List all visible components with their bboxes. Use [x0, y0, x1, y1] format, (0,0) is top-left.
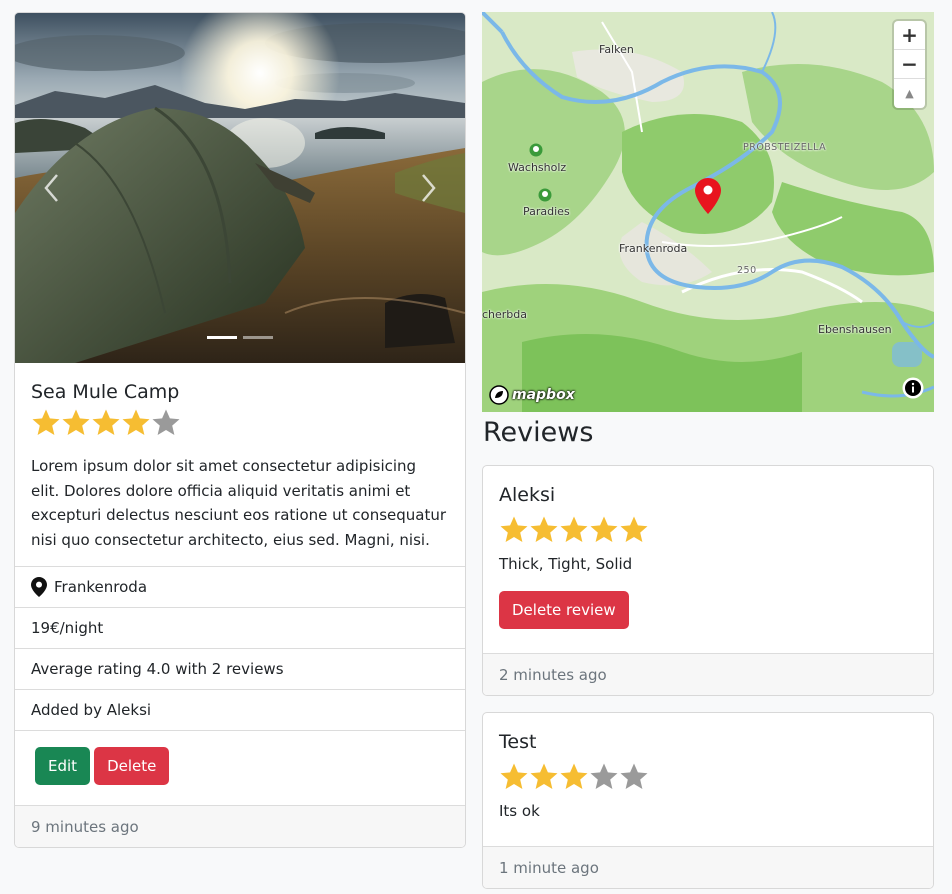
- zoom-out-button[interactable]: −: [894, 50, 925, 79]
- carousel-indicator[interactable]: [207, 336, 237, 339]
- info-icon: [902, 377, 924, 399]
- star-filled-icon: [500, 763, 528, 789]
- review-text: Thick, Tight, Solid: [499, 555, 633, 573]
- map-zoom-control: + − ▲: [894, 21, 925, 108]
- star-filled-icon: [500, 516, 528, 542]
- mapbox-logo[interactable]: mapbox: [489, 385, 575, 405]
- map-road-label: 250: [737, 265, 757, 276]
- campground-author: Added by Aleksi: [15, 689, 465, 730]
- map-place-label: cherbda: [482, 308, 528, 321]
- star-filled-icon: [92, 409, 120, 435]
- delete-review-button[interactable]: Delete review: [499, 591, 629, 629]
- review-card: Test Its ok 1 minute ago: [482, 712, 934, 889]
- compass-button[interactable]: ▲: [894, 79, 925, 108]
- campground-timestamp: 9 minutes ago: [15, 805, 465, 847]
- star-empty-icon: [152, 409, 180, 435]
- map[interactable]: Falken PROBSTEIZELLA Wachsholz Paradies …: [482, 12, 934, 412]
- star-empty-icon: [620, 763, 648, 789]
- carousel-next-button[interactable]: [409, 163, 449, 213]
- tree-poi-icon: [529, 143, 543, 157]
- campground-title: Sea Mule Camp: [31, 381, 180, 403]
- campground-card: Sea Mule Camp Lorem ipsum dolor sit amet…: [14, 12, 466, 848]
- map-place-label: Wachsholz: [508, 161, 567, 174]
- campground-description: Lorem ipsum dolor sit amet consectetur a…: [31, 457, 447, 549]
- review-timestamp: 1 minute ago: [483, 846, 933, 888]
- chevron-left-icon: [44, 174, 58, 202]
- campground-actions: Edit Delete: [15, 730, 465, 801]
- mapbox-logo-icon: [489, 385, 509, 405]
- map-marker-icon[interactable]: [694, 177, 722, 215]
- mapbox-logo-text: mapbox: [512, 387, 575, 403]
- map-place-label: Frankenroda: [619, 242, 688, 255]
- image-carousel[interactable]: [15, 13, 465, 363]
- reviews-heading: Reviews: [483, 417, 594, 448]
- map-place-label: Ebenshausen: [818, 323, 892, 336]
- campground-star-rating: [31, 408, 449, 437]
- review-star-rating: [499, 762, 917, 791]
- star-filled-icon: [530, 516, 558, 542]
- carousel-indicators: [15, 336, 465, 339]
- campground-location: Frankenroda: [15, 566, 465, 607]
- map-pin-icon: [31, 577, 47, 597]
- star-filled-icon: [32, 409, 60, 435]
- star-empty-icon: [590, 763, 618, 789]
- map-place-label: Falken: [599, 43, 634, 56]
- star-filled-icon: [530, 763, 558, 789]
- map-place-label: PROBSTEIZELLA: [743, 142, 827, 153]
- review-card: Aleksi Thick, Tight, Solid Delete review…: [482, 465, 934, 696]
- star-filled-icon: [560, 763, 588, 789]
- review-text: Its ok: [499, 802, 540, 820]
- delete-button[interactable]: Delete: [94, 747, 170, 785]
- location-text: Frankenroda: [54, 578, 148, 596]
- zoom-in-button[interactable]: +: [894, 21, 925, 50]
- carousel-indicator[interactable]: [243, 336, 273, 339]
- review-author: Test: [499, 731, 537, 753]
- campground-average-rating: Average rating 4.0 with 2 reviews: [15, 648, 465, 689]
- chevron-right-icon: [422, 174, 436, 202]
- star-filled-icon: [590, 516, 618, 542]
- review-author: Aleksi: [499, 484, 556, 506]
- map-attribution-button[interactable]: [902, 377, 924, 403]
- review-timestamp: 2 minutes ago: [483, 653, 933, 695]
- edit-button[interactable]: Edit: [35, 747, 91, 785]
- tree-poi-icon: [538, 188, 552, 202]
- map-place-label: Paradies: [523, 205, 570, 218]
- review-star-rating: [499, 515, 917, 544]
- campground-price: 19€/night: [15, 607, 465, 648]
- campground-photo: [15, 13, 465, 363]
- star-filled-icon: [620, 516, 648, 542]
- carousel-prev-button[interactable]: [31, 163, 71, 213]
- star-filled-icon: [560, 516, 588, 542]
- star-filled-icon: [62, 409, 90, 435]
- star-filled-icon: [122, 409, 150, 435]
